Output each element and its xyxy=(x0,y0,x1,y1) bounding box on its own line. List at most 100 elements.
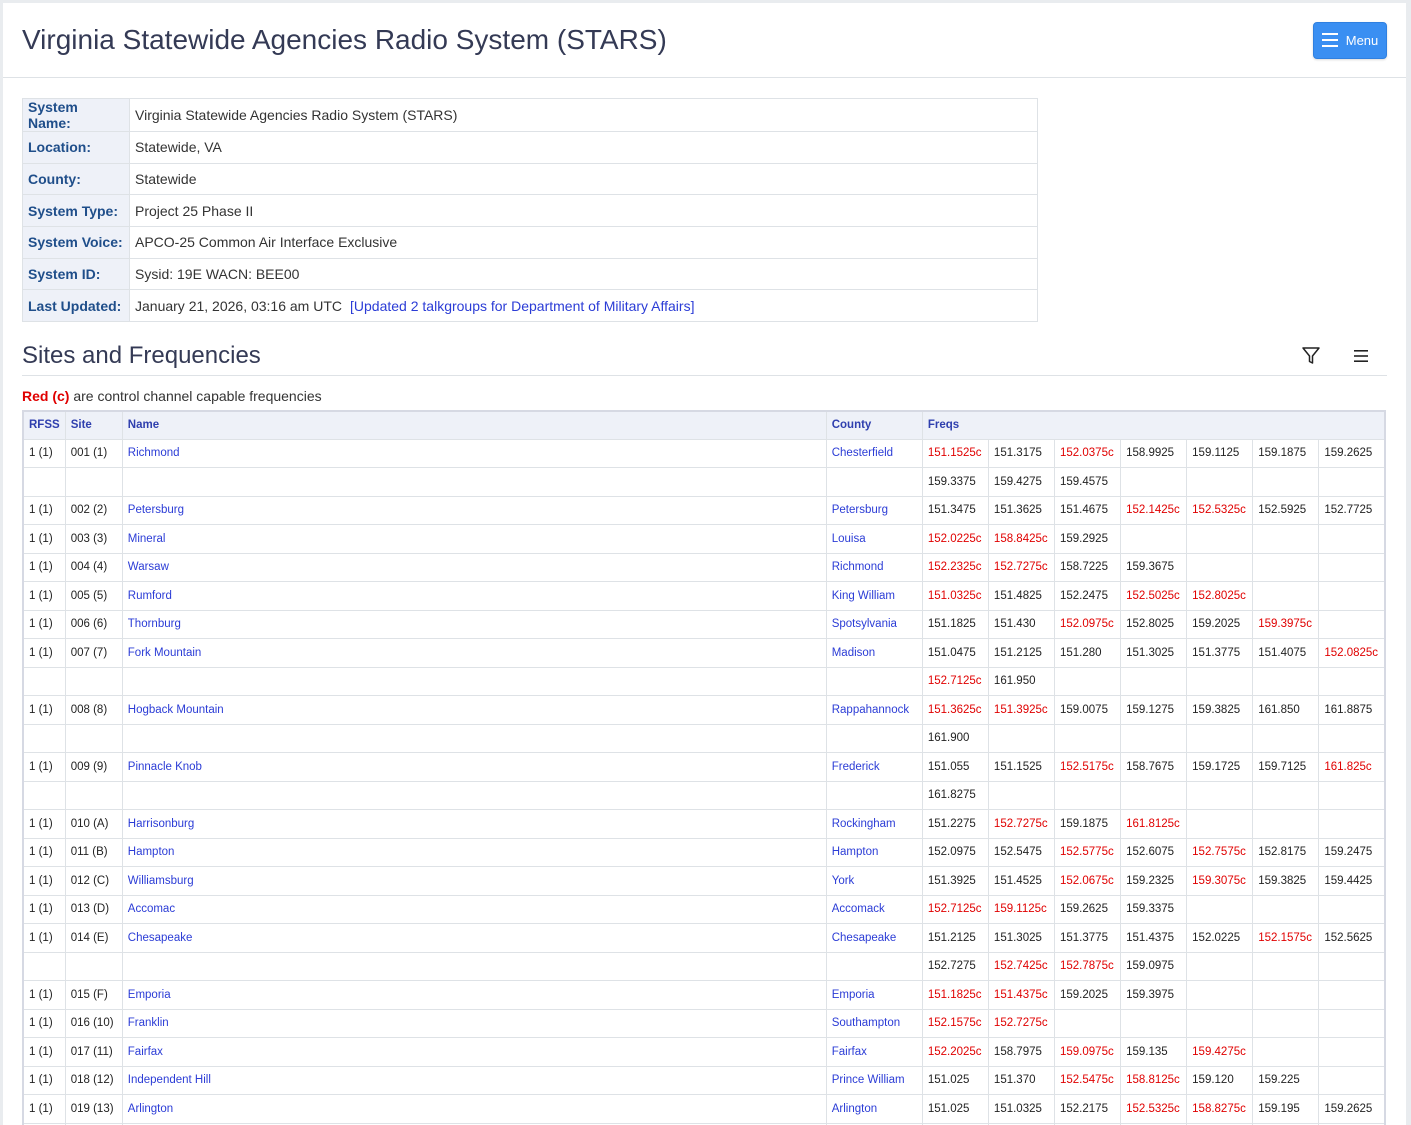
frequency-cell xyxy=(1318,666,1386,697)
frequency-cell: 152.7875c xyxy=(1053,951,1122,982)
info-label: System Type: xyxy=(22,194,130,228)
site-name-link[interactable]: Chesapeake xyxy=(121,923,827,953)
sites-table: RFSS Site Name County Freqs 1 (1) 001 (1)… xyxy=(22,410,1386,1125)
site-name-link[interactable]: Pinnacle Knob xyxy=(121,752,827,782)
site-name-link[interactable]: Mineral xyxy=(121,524,827,554)
frequency-cell xyxy=(1252,1008,1320,1039)
site-name-link[interactable]: Hogback Mountain xyxy=(121,695,827,725)
site-name-link[interactable]: Thornburg xyxy=(121,609,827,640)
site-name-link[interactable]: Accomac xyxy=(121,894,827,925)
site-name-link[interactable]: Arlington xyxy=(121,1094,827,1124)
site-row: 1 (1) 010 (A) Harrisonburg Rockingham 151.22… xyxy=(22,809,1386,839)
frequency-cell xyxy=(1186,1008,1254,1039)
site-rfss: 1 (1) xyxy=(22,980,66,1010)
site-county-link xyxy=(825,780,923,811)
filter-icon[interactable] xyxy=(1299,344,1323,368)
frequency-cell: 159.1275 xyxy=(1120,695,1188,725)
site-county-link[interactable]: Chesapeake xyxy=(825,923,923,953)
update-note-link[interactable]: [Updated 2 talkgroups for Department of … xyxy=(350,298,694,314)
site-name-link[interactable]: Fork Mountain xyxy=(121,638,827,668)
frequency-cell: 161.950 xyxy=(987,666,1056,697)
site-county-link[interactable]: Chesterfield xyxy=(825,438,923,469)
col-freqs[interactable]: Freqs xyxy=(921,410,1386,440)
frequency-cell xyxy=(1186,524,1254,554)
site-name-link[interactable]: Emporia xyxy=(121,980,827,1010)
frequency-cell: 151.3025 xyxy=(987,923,1056,953)
site-county-link[interactable]: Madison xyxy=(825,638,923,668)
site-name-link[interactable]: Independent Hill xyxy=(121,1065,827,1096)
site-county-link[interactable]: Richmond xyxy=(825,552,923,583)
frequency-cell: 152.0825c xyxy=(1318,638,1386,668)
site-rfss xyxy=(22,467,66,497)
col-site[interactable]: Site xyxy=(64,410,123,440)
site-county-link[interactable]: Hampton xyxy=(825,837,923,868)
col-rfss[interactable]: RFSS xyxy=(22,410,66,440)
frequency-cell xyxy=(1318,581,1386,611)
frequency-cell xyxy=(1186,951,1254,982)
frequency-cell xyxy=(1318,467,1386,497)
frequency-cell: 152.7275c xyxy=(987,552,1056,583)
site-county-link[interactable]: Arlington xyxy=(825,1094,923,1124)
frequency-cell: 159.1875 xyxy=(1053,809,1122,839)
site-county-link[interactable]: King William xyxy=(825,581,923,611)
site-name-link[interactable]: Williamsburg xyxy=(121,866,827,896)
frequency-cell: 151.0325c xyxy=(921,581,989,611)
site-county-link[interactable]: Rockingham xyxy=(825,809,923,839)
frequency-cell: 158.7675 xyxy=(1120,752,1188,782)
frequency-cell: 151.4375c xyxy=(987,980,1056,1010)
site-number: 010 (A) xyxy=(64,809,123,839)
site-county-link[interactable]: Accomack xyxy=(825,894,923,925)
frequency-cell: 161.825c xyxy=(1318,752,1386,782)
site-name-link[interactable]: Fairfax xyxy=(121,1037,827,1067)
site-row: 1 (1) 005 (5) Rumford King William 151.0325c… xyxy=(22,581,1386,611)
site-row: 1 (1) 002 (2) Petersburg Petersburg 151.3475… xyxy=(22,495,1386,526)
frequency-cell: 159.1875 xyxy=(1252,438,1320,469)
site-name-link[interactable]: Harrisonburg xyxy=(121,809,827,839)
site-number xyxy=(64,666,123,697)
frequency-cell xyxy=(1252,552,1320,583)
info-value: Virginia Statewide Agencies Radio System… xyxy=(129,98,1038,132)
frequency-cell: 159.4275c xyxy=(1186,1037,1254,1067)
site-number: 012 (C) xyxy=(64,866,123,896)
frequency-cell: 161.8125c xyxy=(1120,809,1188,839)
site-county-link[interactable]: Prince William xyxy=(825,1065,923,1096)
site-number: 015 (F) xyxy=(64,980,123,1010)
frequency-cell: 151.3625 xyxy=(987,495,1056,526)
frequency-cell xyxy=(1186,467,1254,497)
info-row: Last Updated: January 21, 2026, 03:16 am … xyxy=(22,289,1038,323)
list-icon[interactable] xyxy=(1349,344,1373,368)
frequency-cell: 152.5925 xyxy=(1252,495,1320,526)
frequency-cell xyxy=(1318,780,1386,811)
site-name-link[interactable]: Petersburg xyxy=(121,495,827,526)
site-name-link[interactable]: Franklin xyxy=(121,1008,827,1039)
menu-button[interactable]: Menu xyxy=(1313,21,1387,59)
site-rfss xyxy=(22,723,66,754)
site-county-link[interactable]: York xyxy=(825,866,923,896)
site-name-link xyxy=(121,723,827,754)
frequency-cell xyxy=(1186,894,1254,925)
frequency-cell xyxy=(1252,467,1320,497)
page: Virginia Statewide Agencies Radio System… xyxy=(3,3,1406,1125)
site-rfss: 1 (1) xyxy=(22,923,66,953)
site-county-link[interactable]: Petersburg xyxy=(825,495,923,526)
site-county-link[interactable]: Southampton xyxy=(825,1008,923,1039)
site-county-link[interactable]: Louisa xyxy=(825,524,923,554)
site-county-link[interactable]: Emporia xyxy=(825,980,923,1010)
site-name-link[interactable]: Warsaw xyxy=(121,552,827,583)
col-name[interactable]: Name xyxy=(121,410,827,440)
frequency-cell: 152.2475 xyxy=(1053,581,1122,611)
site-name-link[interactable]: Hampton xyxy=(121,837,827,868)
site-name-link[interactable]: Richmond xyxy=(121,438,827,469)
site-rfss: 1 (1) xyxy=(22,524,66,554)
frequency-cell xyxy=(1252,780,1320,811)
col-county[interactable]: County xyxy=(825,410,923,440)
site-county-link[interactable]: Spotsylvania xyxy=(825,609,923,640)
site-county-link[interactable]: Rappahannock xyxy=(825,695,923,725)
site-county-link[interactable]: Fairfax xyxy=(825,1037,923,1067)
site-county-link[interactable]: Frederick xyxy=(825,752,923,782)
info-value-text: Statewide, VA xyxy=(135,139,222,156)
frequency-cell xyxy=(1252,980,1320,1010)
frequency-cell xyxy=(1318,609,1386,640)
main-content: System Name: Virginia Statewide Agencies … xyxy=(3,78,1406,1125)
site-name-link[interactable]: Rumford xyxy=(121,581,827,611)
